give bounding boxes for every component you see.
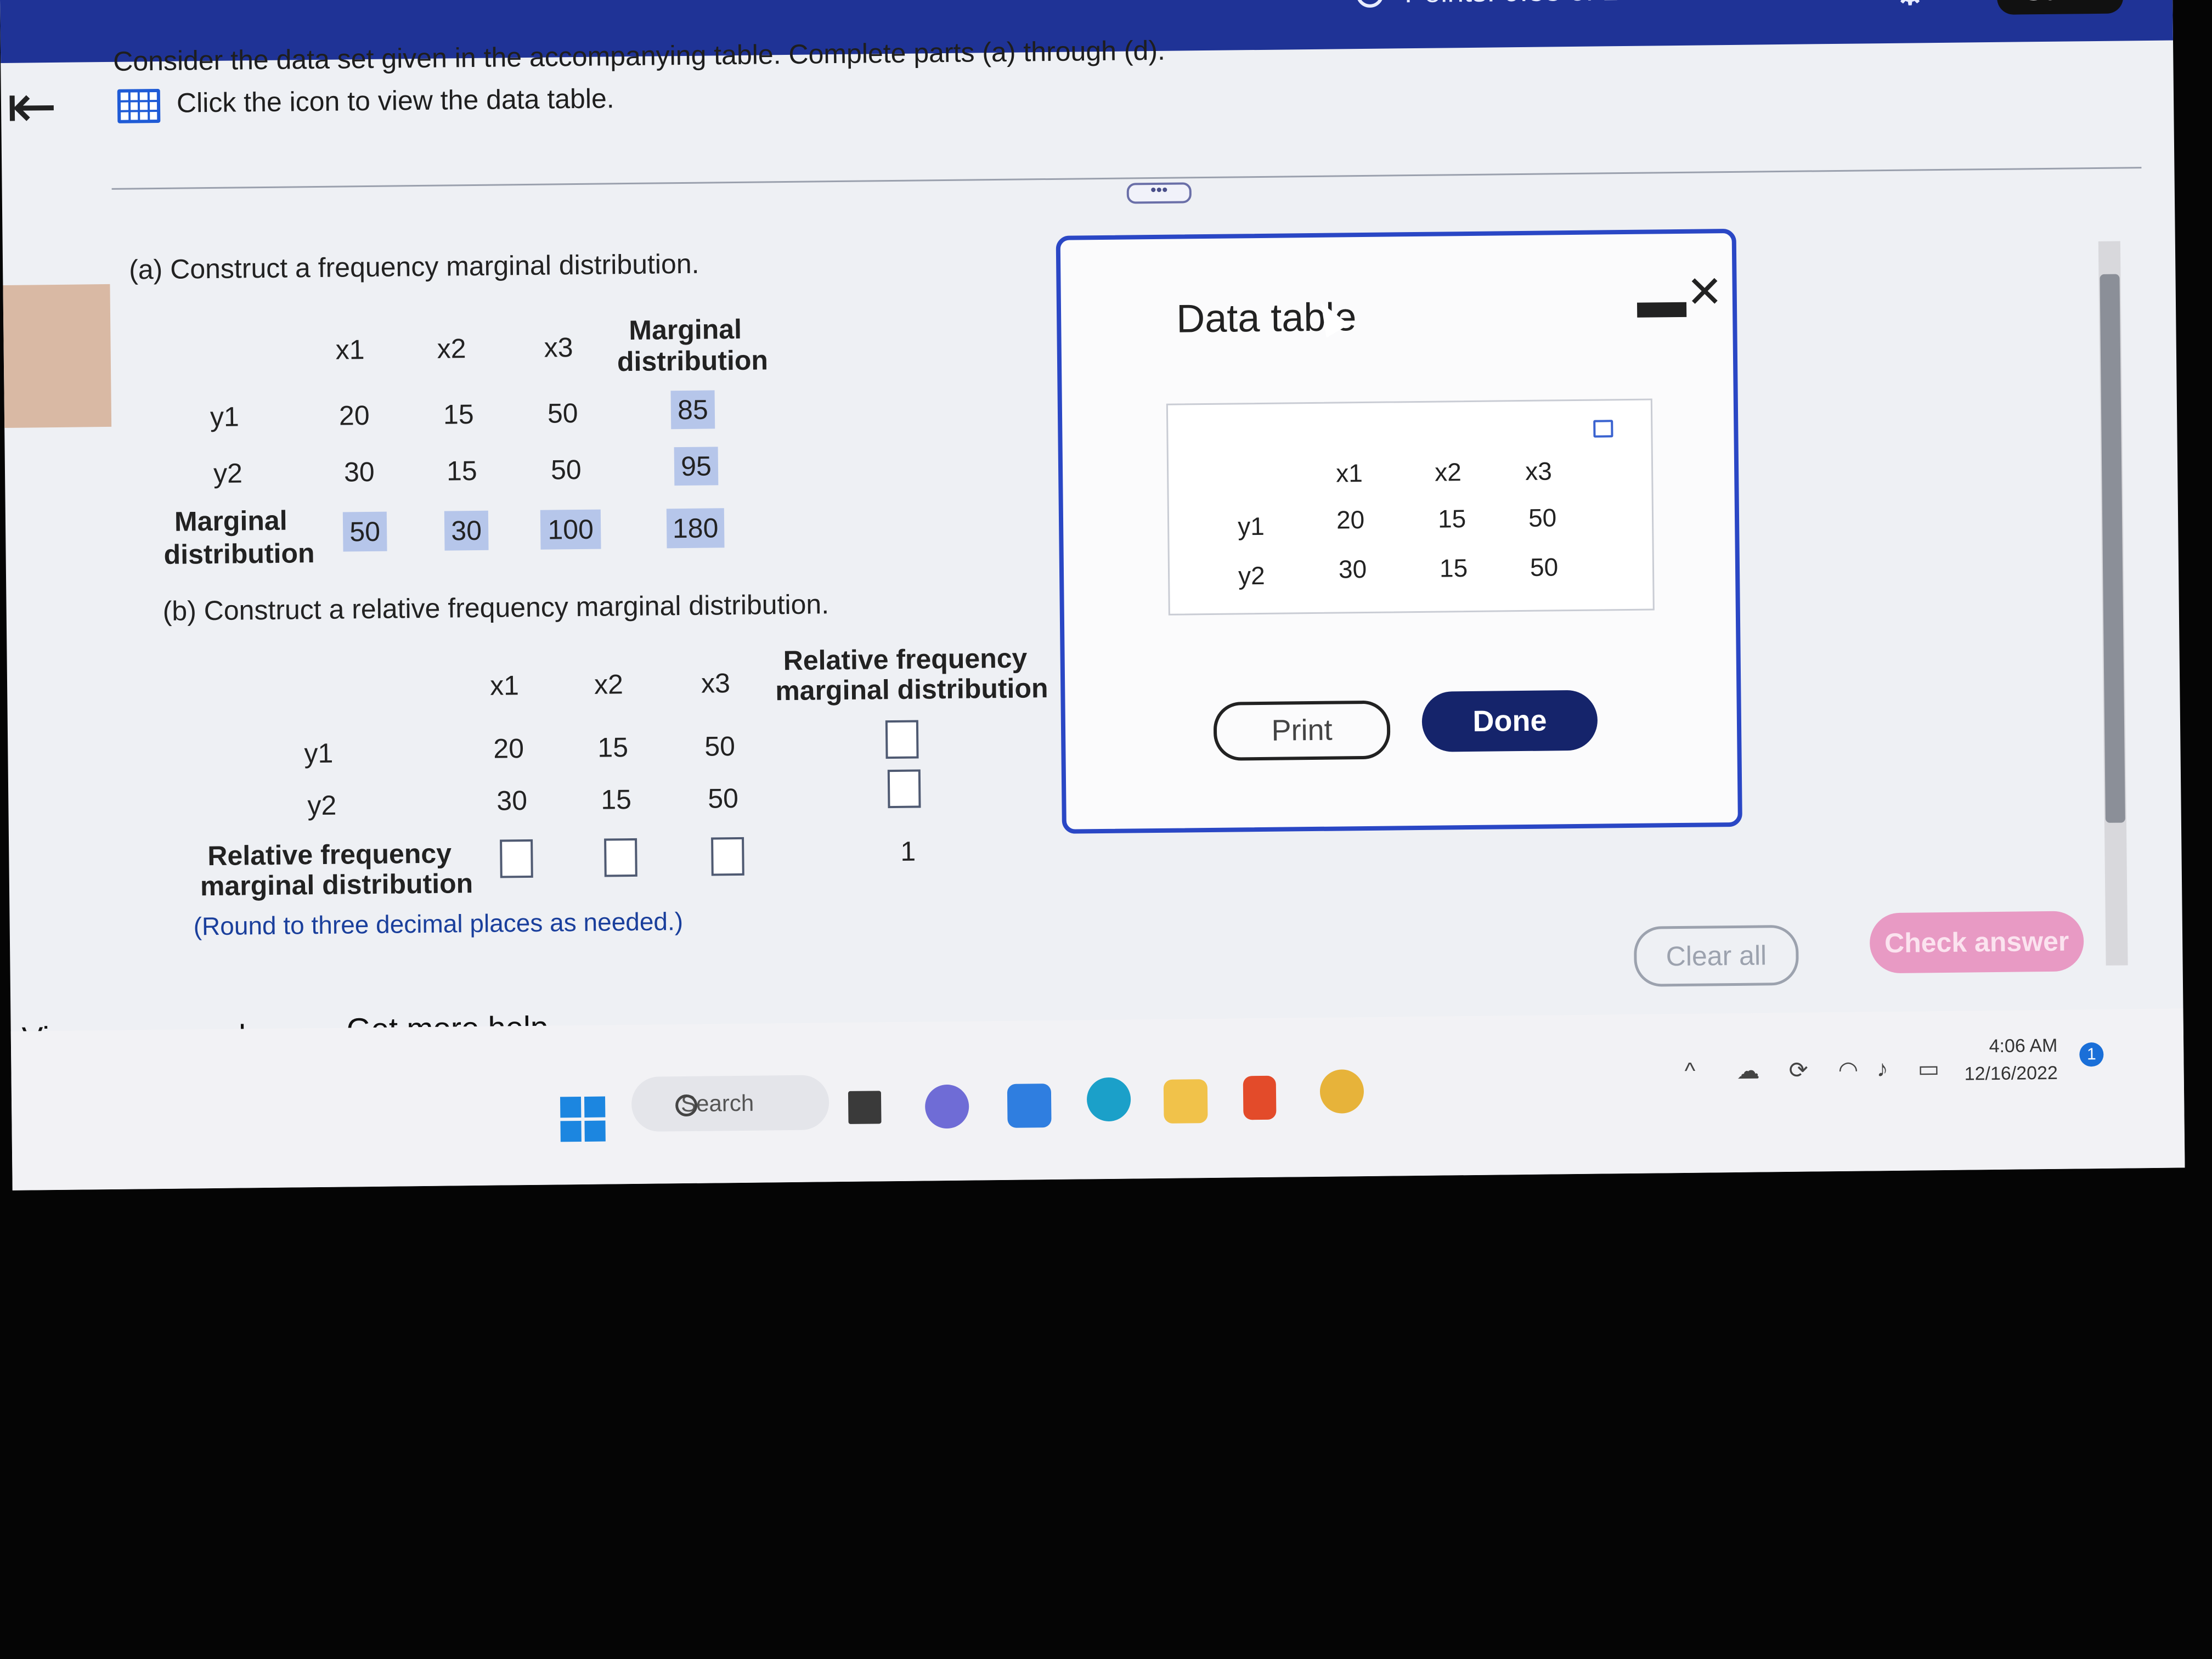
part-a-marginal-total: 180	[666, 508, 725, 549]
part-a-y2-x2: 15	[446, 455, 477, 487]
gear-icon[interactable]: ⚙	[1893, 0, 1928, 14]
part-b-header-x3: x3	[701, 668, 731, 699]
rel-x2-input[interactable]	[604, 838, 637, 877]
part-b-rel-row-label-2: marginal distribution	[200, 868, 473, 902]
search-icon	[675, 1094, 698, 1117]
sync-icon[interactable]: ⟳	[1788, 1057, 1808, 1084]
part-a-y1-x3: 50	[547, 398, 578, 429]
divider	[111, 167, 2142, 190]
done-button[interactable]: Done	[1421, 690, 1598, 752]
dialog-y1-x3: 50	[1528, 503, 1557, 532]
part-b-row-y1-label: y1	[304, 737, 334, 769]
dialog-header-x3: x3	[1525, 456, 1553, 486]
part-b-total: 1	[900, 836, 916, 867]
part-a-marginal-row-label-2: distribution	[163, 538, 315, 570]
part-a-marginal-header-1: Marginal	[629, 313, 742, 346]
part-b-y1-x3: 50	[704, 731, 736, 762]
mail-icon[interactable]	[1007, 1084, 1052, 1128]
clock-time: 4:06 AM	[1989, 1035, 2058, 1057]
part-b-y2-x2: 15	[601, 784, 632, 815]
rel-x1-input[interactable]	[500, 839, 533, 878]
expand-dots-button[interactable]: •••	[1126, 181, 1192, 204]
points-check-icon	[1356, 0, 1384, 8]
part-a-y1-marginal: 85	[670, 390, 715, 430]
part-a-marginal-row-label-1: Marginal	[174, 505, 287, 537]
office-icon[interactable]	[1243, 1075, 1277, 1120]
dialog-row-y1-label: y1	[1237, 511, 1265, 541]
dialog-row-y2-label: y2	[1238, 561, 1265, 590]
part-a-marginal-x2: 30	[444, 510, 489, 551]
part-a-marginal-x3: 100	[540, 509, 601, 550]
part-a-y2-x1: 30	[343, 456, 375, 488]
task-view-icon[interactable]	[848, 1091, 882, 1124]
part-b-header-x2: x2	[594, 669, 624, 700]
rel-y2-input[interactable]	[887, 769, 921, 809]
table-grid-icon[interactable]	[117, 88, 161, 123]
part-b-rel-header-2: marginal distribution	[775, 673, 1048, 707]
chrome-icon[interactable]	[1319, 1069, 1364, 1114]
rel-y1-input[interactable]	[885, 720, 919, 759]
clock[interactable]: 4:06 AM 12/16/2022	[1964, 1032, 2058, 1088]
part-a-y1-x1: 20	[338, 399, 370, 431]
edge-browser-icon[interactable]	[1086, 1077, 1131, 1122]
dialog-header-x2: x2	[1434, 458, 1462, 487]
dialog-data-table: x1 x2 x3 y1 20 15 50 y2 30 15 50	[1166, 398, 1655, 616]
part-a-header-x3: x3	[544, 332, 573, 363]
chat-icon[interactable]	[924, 1084, 969, 1129]
part-a-marginal-header-2: distribution	[617, 345, 769, 377]
part-b-row-y2-label: y2	[307, 789, 337, 821]
close-icon[interactable]: ✕	[1686, 266, 1723, 318]
part-b-title: (b) Construct a relative frequency margi…	[162, 589, 830, 627]
part-a-marginal-x1: 50	[342, 511, 387, 552]
part-b-rel-row-label-1: Relative frequency	[207, 838, 452, 872]
chevron-up-icon[interactable]: ^	[1684, 1058, 1695, 1084]
wifi-icon[interactable]: ◠	[1838, 1056, 1858, 1083]
clear-all-button[interactable]: Clear all	[1633, 924, 1799, 987]
side-strip	[3, 284, 112, 428]
volume-icon[interactable]: ♪	[1876, 1056, 1888, 1082]
dialog-y2-x1: 30	[1338, 554, 1367, 584]
part-a-y2-x3: 50	[550, 454, 582, 486]
round-note: (Round to three decimal places as needed…	[193, 907, 684, 941]
dialog-header-x1: x1	[1335, 459, 1363, 488]
part-b-rel-header-1: Relative frequency	[783, 642, 1028, 676]
back-arrow-icon[interactable]: ⇤	[6, 71, 58, 142]
data-table-dialog: Data table ▬ ✕ x1 x2 x3 y1 20 15 50 y2 3…	[1056, 228, 1742, 834]
check-answer-button[interactable]: Check answer	[1869, 911, 2084, 974]
part-a-header-x2: x2	[437, 333, 466, 364]
rel-x3-input[interactable]	[711, 837, 744, 876]
part-a-y1-x2: 15	[443, 398, 474, 430]
screen: Points: 0.33 of 1 ⚙ Save ⇤ Consider the …	[0, 0, 2185, 1190]
dialog-y2-x2: 15	[1439, 554, 1468, 583]
part-a-y2-marginal: 95	[674, 447, 719, 486]
part-b-header-x1: x1	[489, 670, 520, 701]
table-link-text[interactable]: Click the icon to view the data table.	[177, 82, 614, 119]
cloud-icon[interactable]: ☁	[1736, 1057, 1760, 1084]
part-b-y2-x3: 50	[708, 782, 739, 814]
points-label: Points: 0.33 of 1	[1404, 0, 1619, 9]
minimize-icon[interactable]: ▬	[1637, 273, 1686, 329]
windows-start-icon[interactable]	[560, 1096, 606, 1142]
part-a-header-x1: x1	[335, 334, 365, 365]
taskbar-search[interactable]: Search	[631, 1075, 830, 1132]
part-b-y1-x2: 15	[597, 732, 629, 763]
taskbar: Search ^ ☁ ⟳ ◠ ♪ ▭ 4:06 AM 12/16/2022 1	[10, 1008, 2185, 1190]
part-a-row-y2-label: y2	[213, 458, 243, 489]
part-b-y1-x1: 20	[493, 733, 524, 764]
battery-icon[interactable]: ▭	[1917, 1055, 1939, 1082]
dialog-y2-x3: 50	[1530, 552, 1559, 582]
dialog-y1-x2: 15	[1437, 504, 1466, 533]
dialog-y1-x1: 20	[1336, 505, 1365, 534]
clock-date: 12/16/2022	[1964, 1062, 2058, 1085]
part-a-title: (a) Construct a frequency marginal distr…	[128, 248, 699, 285]
part-a-row-y1-label: y1	[210, 401, 240, 433]
print-button[interactable]: Print	[1213, 700, 1391, 761]
notification-badge[interactable]: 1	[2079, 1042, 2104, 1067]
save-button[interactable]: Save	[1996, 0, 2124, 15]
part-b-y2-x1: 30	[496, 785, 528, 816]
file-explorer-icon[interactable]	[1163, 1079, 1208, 1124]
expand-table-icon[interactable]	[1593, 420, 1613, 438]
